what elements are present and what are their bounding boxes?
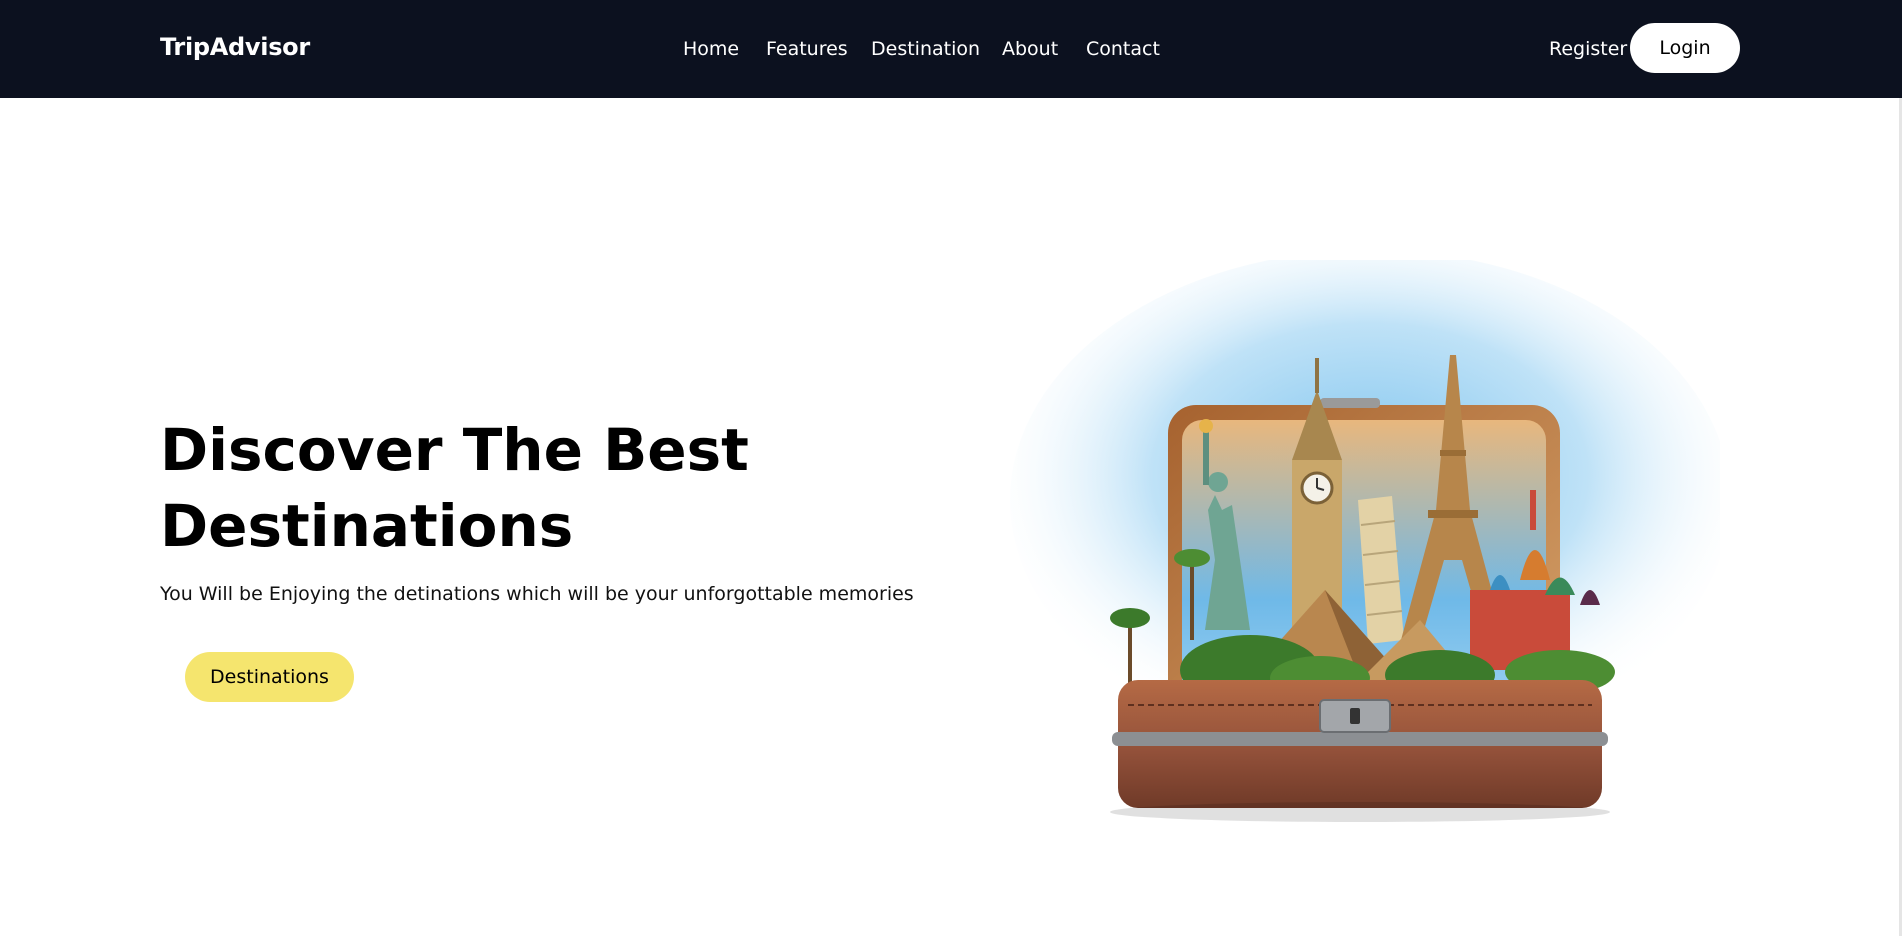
register-link[interactable]: Register [1549,38,1627,60]
brand-logo[interactable]: TripAdvisor [160,33,310,61]
nav-link-contact[interactable]: Contact [1086,38,1160,60]
suitcase-shadow [1110,802,1610,822]
top-navbar: TripAdvisor Home Features Destination Ab… [0,0,1902,98]
nav-link-destination[interactable]: Destination [871,38,980,60]
suitcase-handle [1320,398,1380,408]
hero-title-line-2: Destinations [160,492,574,560]
hero-title: Discover The Best Destinations [160,412,880,564]
login-button[interactable]: Login [1630,23,1740,73]
destinations-button[interactable]: Destinations [185,652,354,702]
suitcase-landmarks-image [1010,260,1720,822]
nav-link-features[interactable]: Features [766,38,848,60]
suitcase-keyhole [1350,708,1360,724]
hero-subtitle: You Will be Enjoying the detinations whi… [160,583,914,605]
nav-link-home[interactable]: Home [683,38,739,60]
nav-link-about[interactable]: About [1002,38,1058,60]
suitcase-rim [1112,732,1608,746]
hero-title-line-1: Discover The Best [160,416,749,484]
